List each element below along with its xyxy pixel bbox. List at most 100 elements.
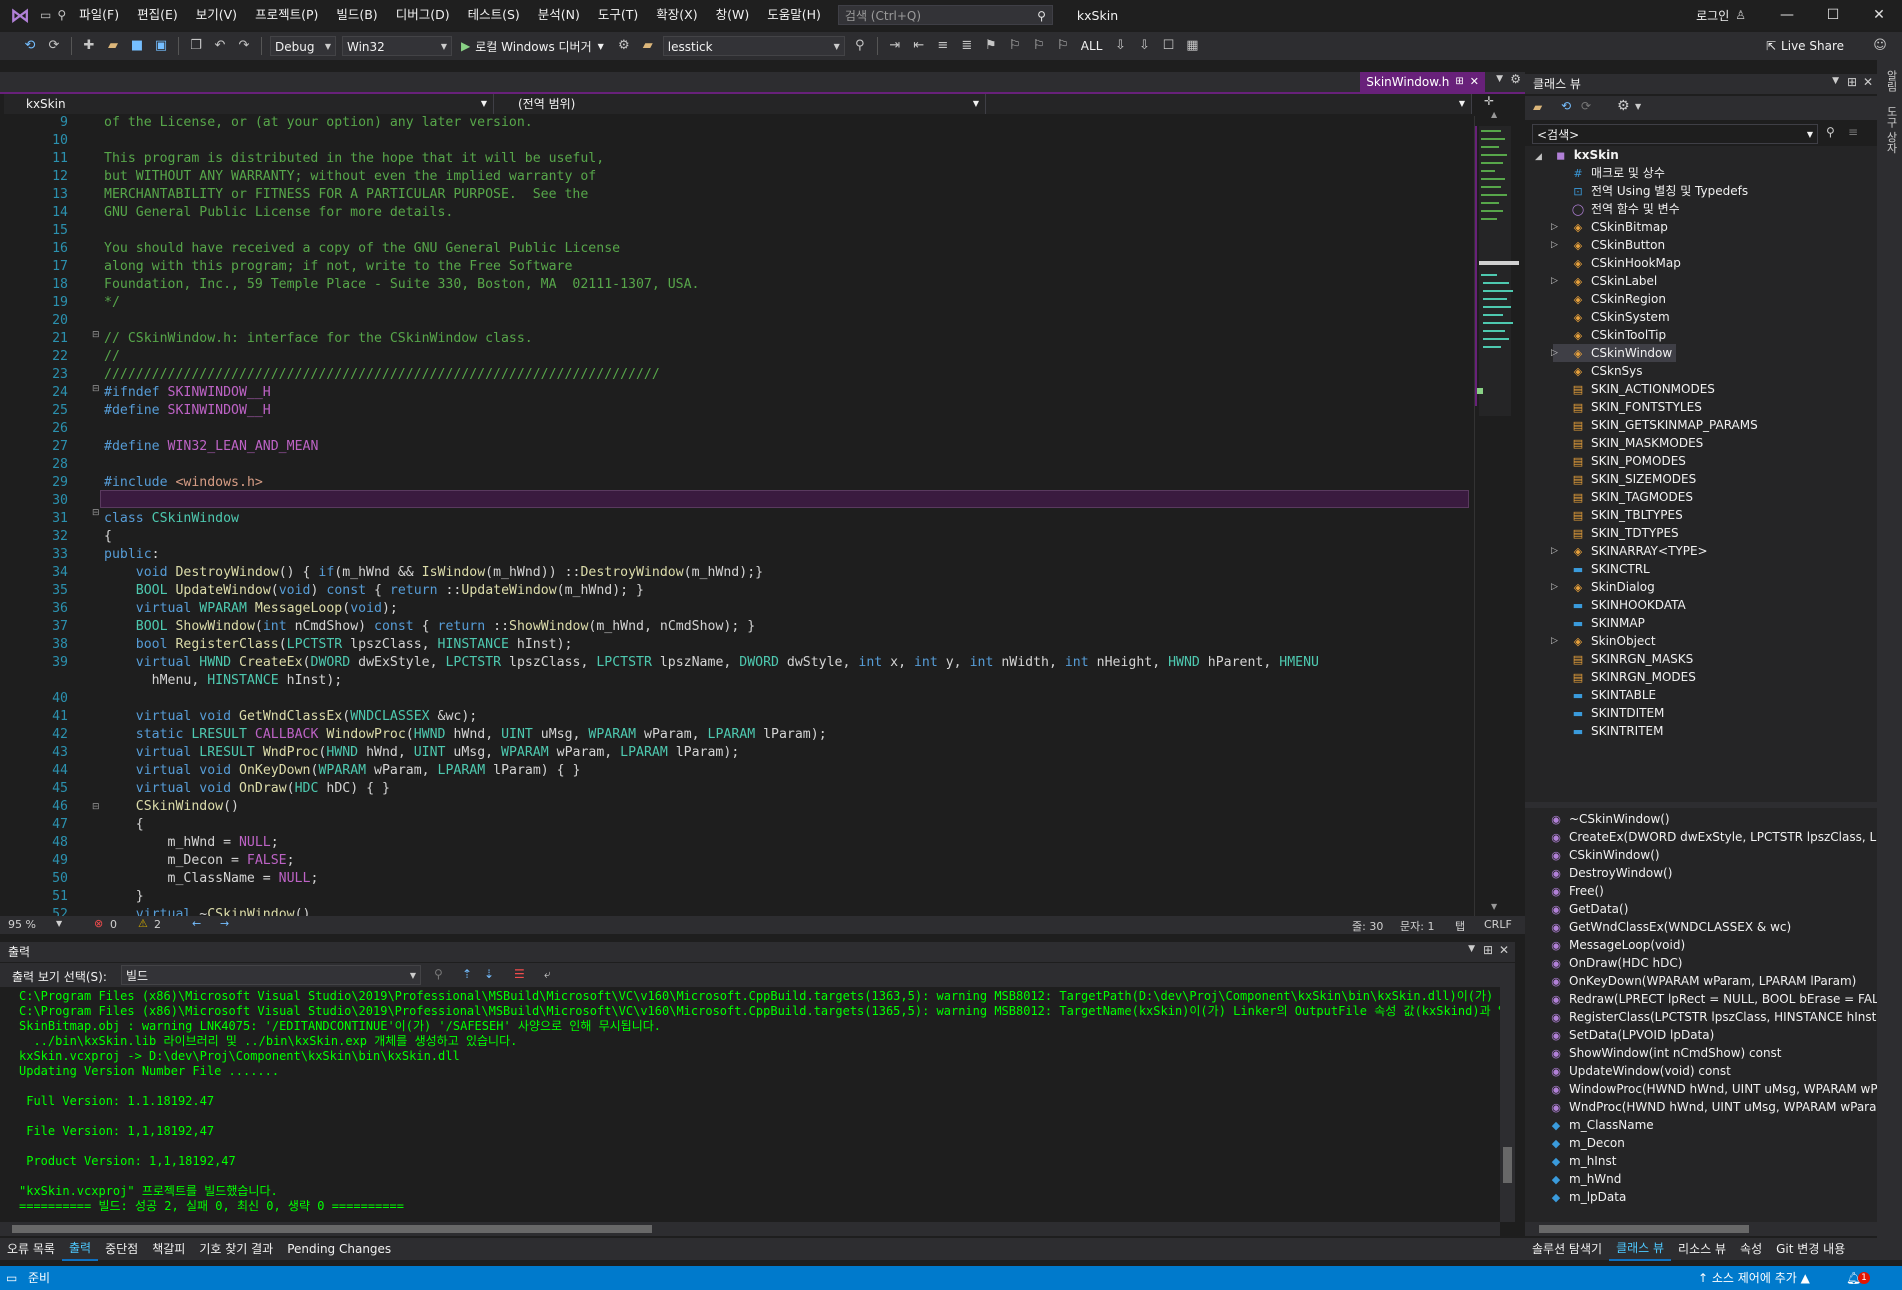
bottom-tab[interactable]: 출력 [61, 1237, 99, 1261]
column-indicator[interactable]: 문자: 1 [1400, 918, 1434, 934]
code-line[interactable]: 24 #ifndef SKINWINDOW__H [0, 384, 1468, 402]
code-line[interactable]: 47 { [0, 816, 1468, 834]
forward-icon[interactable]: ⟳ [1581, 99, 1591, 113]
tree-item[interactable]: ◈ CSkinHookMap [1553, 254, 1681, 272]
code-line[interactable]: 45 virtual void OnDraw(HDC hDC) { } [0, 780, 1468, 798]
tree-item[interactable]: ▷ ◈ SkinDialog [1551, 578, 1655, 596]
code-line[interactable]: 19 */ [0, 294, 1468, 312]
menu-item[interactable]: 빌드(B) [327, 0, 386, 30]
back-icon[interactable]: ⟲ [1561, 99, 1571, 113]
fold-marker[interactable]: ⊟ [92, 508, 100, 518]
output-source-select[interactable]: 빌드 ▼ [121, 965, 421, 985]
indent-icon[interactable]: ⇥ [885, 36, 905, 56]
tree-item[interactable]: ▬ SKINHOOKDATA [1553, 596, 1686, 614]
vs-logo-icon[interactable]: ⋈ [4, 0, 36, 30]
tree-item[interactable]: ◈ CSkinRegion [1553, 290, 1666, 308]
code-line[interactable]: 43 virtual LRESULT WndProc(HWND hWnd, UI… [0, 744, 1468, 762]
scroll-thumb[interactable] [12, 1225, 652, 1233]
expand-icon[interactable]: ▷ [1551, 236, 1558, 254]
pin-icon[interactable]: ⊞ [1455, 72, 1463, 92]
right-pane-tab[interactable]: Git 변경 내용 [1769, 1238, 1852, 1260]
code-line[interactable]: 10 [0, 132, 1468, 150]
tab-settings-icon[interactable]: ⚙ [1510, 72, 1521, 86]
tab-list-icon[interactable]: ▼ [1496, 74, 1503, 84]
member-item[interactable]: ◉ ~CSkinWindow() [1549, 810, 1669, 828]
code-line[interactable]: hMenu, HINSTANCE hInst); [0, 672, 1468, 690]
bottom-tab[interactable]: 오류 목록 [0, 1238, 62, 1260]
maximize-button[interactable]: ☐ [1810, 0, 1856, 30]
prev-bookmark-icon[interactable]: ⚐ [1005, 36, 1025, 56]
output-text[interactable]: C:\Program Files (x86)\Microsoft Visual … [0, 987, 1500, 1222]
output-vscroll[interactable] [1500, 987, 1515, 1222]
menu-item[interactable]: 확장(X) [647, 0, 706, 30]
member-item[interactable]: ◉ GetWndClassEx(WNDCLASSEX & wc) [1549, 918, 1791, 936]
bottom-tab[interactable]: 기호 찾기 결과 [192, 1238, 280, 1260]
settings-icon[interactable]: ⚙ [1617, 98, 1630, 114]
line-indicator[interactable]: 줄: 30 [1352, 918, 1383, 934]
tree-item[interactable]: ▤ SKIN_POMODES [1553, 452, 1686, 470]
save-all-icon[interactable]: ▣ [151, 36, 171, 56]
chevron-down-icon[interactable]: ▼ [56, 919, 62, 928]
code-line[interactable]: 21 // CSkinWindow.h: interface for the CS… [0, 330, 1468, 348]
settings-icon[interactable]: ⚙ [614, 36, 634, 56]
tree-item[interactable]: ▤ SKIN_ACTIONMODES [1553, 380, 1715, 398]
tree-item[interactable]: ▤ SKIN_TAGMODES [1553, 488, 1693, 506]
collapse-icon[interactable]: ◢ [1535, 152, 1542, 162]
live-share-button[interactable]: ⇱ Live Share [1766, 39, 1844, 53]
member-item[interactable]: ◆ m_lpData [1549, 1188, 1627, 1206]
menu-item[interactable]: 도움말(H) [758, 0, 830, 30]
tree-item[interactable]: ▬ SKINTRITEM [1553, 722, 1664, 740]
attach-icon[interactable]: ☐ [1158, 36, 1178, 56]
next-message-icon[interactable]: ⇣ [484, 967, 494, 981]
bookmark-icon[interactable]: ⚑ [981, 36, 1001, 56]
search-menu-icon[interactable]: ⚲ [57, 8, 66, 22]
menu-item[interactable]: 도구(T) [589, 0, 647, 30]
member-item[interactable]: ◉ OnDraw(HDC hDC) [1549, 954, 1682, 972]
bottom-tab[interactable]: 중단점 [98, 1238, 145, 1260]
bottom-tab[interactable]: 책갈피 [145, 1238, 192, 1260]
code-line[interactable]: 50 m_ClassName = NULL; [0, 870, 1468, 888]
tree-item[interactable]: ▤ SKIN_TDTYPES [1553, 524, 1679, 542]
editor-scrollbar[interactable]: ▲ ▼ [1474, 110, 1521, 916]
expand-icon[interactable]: ▷ [1551, 578, 1558, 596]
minimize-button[interactable]: — [1764, 0, 1810, 30]
search-input[interactable]: 검색 (Ctrl+Q) ⚲ [837, 5, 1053, 25]
tree-item[interactable]: ◯ 전역 함수 및 변수 [1553, 200, 1680, 218]
scroll-down-arrow[interactable]: ▼ [1491, 902, 1497, 911]
code-line[interactable]: 51 } [0, 888, 1468, 906]
member-item[interactable]: ◉ DestroyWindow() [1549, 864, 1672, 882]
expand-icon[interactable]: ▷ [1551, 632, 1558, 650]
close-pane-icon[interactable]: ✕ [1863, 75, 1873, 89]
code-line[interactable]: 32 { [0, 528, 1468, 546]
new-folder-icon[interactable]: ▰ [1533, 100, 1542, 114]
tree-item[interactable]: ▷ ◈ SkinObject [1551, 632, 1656, 650]
code-line[interactable]: 46 CSkinWindow() [0, 798, 1468, 816]
open-file-icon[interactable]: ▰ [103, 36, 123, 56]
code-line[interactable]: 34 void DestroyWindow() { if(m_hWnd && I… [0, 564, 1468, 582]
member-item[interactable]: ◉ CSkinWindow() [1549, 846, 1659, 864]
expand-icon[interactable]: ▷ [1551, 344, 1558, 362]
zoom-level[interactable]: 95 % [8, 918, 36, 931]
code-line[interactable]: 37 BOOL ShowWindow(int nCmdShow) const {… [0, 618, 1468, 636]
find-icon[interactable]: ⚲ [850, 36, 870, 56]
code-line[interactable]: 52 virtual ~CSkinWindow() [0, 906, 1468, 916]
menu-item[interactable]: 보기(V) [187, 0, 246, 30]
scroll-up-arrow[interactable]: ▲ [1491, 110, 1497, 119]
tree-item[interactable]: ▷ ◈ CSkinLabel [1551, 272, 1657, 290]
tree-item[interactable]: ▬ SKINTDITEM [1553, 704, 1665, 722]
account-icon[interactable]: ♙ [1735, 8, 1746, 22]
start-debugging-button[interactable]: ▶ 로컬 Windows 디버거 ▼ [461, 38, 604, 55]
all-button[interactable]: ALL [1081, 39, 1103, 53]
member-nav-combo[interactable]: ▼ [988, 94, 1472, 114]
tree-item[interactable]: ▷ ◈ CSkinBitmap [1551, 218, 1668, 236]
tree-item[interactable]: ▷ ◈ SKINARRAY<TYPE> [1551, 542, 1708, 560]
copy-icon[interactable]: ❐ [186, 36, 206, 56]
tree-item[interactable]: ▷ ◈ CSkinButton [1551, 236, 1665, 254]
scope-nav-combo[interactable]: (전역 범위) ▼ [496, 94, 986, 114]
member-item[interactable]: ◆ m_hWnd [1549, 1170, 1622, 1188]
member-item[interactable]: ◉ GetData() [1549, 900, 1628, 918]
error-icon[interactable]: ⊗ [94, 917, 103, 930]
chevron-down-icon[interactable]: ▼ [1635, 102, 1641, 111]
code-line[interactable]: 17 along with this program; if not, write… [0, 258, 1468, 276]
pane-menu-icon[interactable]: ▼ [1468, 944, 1475, 954]
